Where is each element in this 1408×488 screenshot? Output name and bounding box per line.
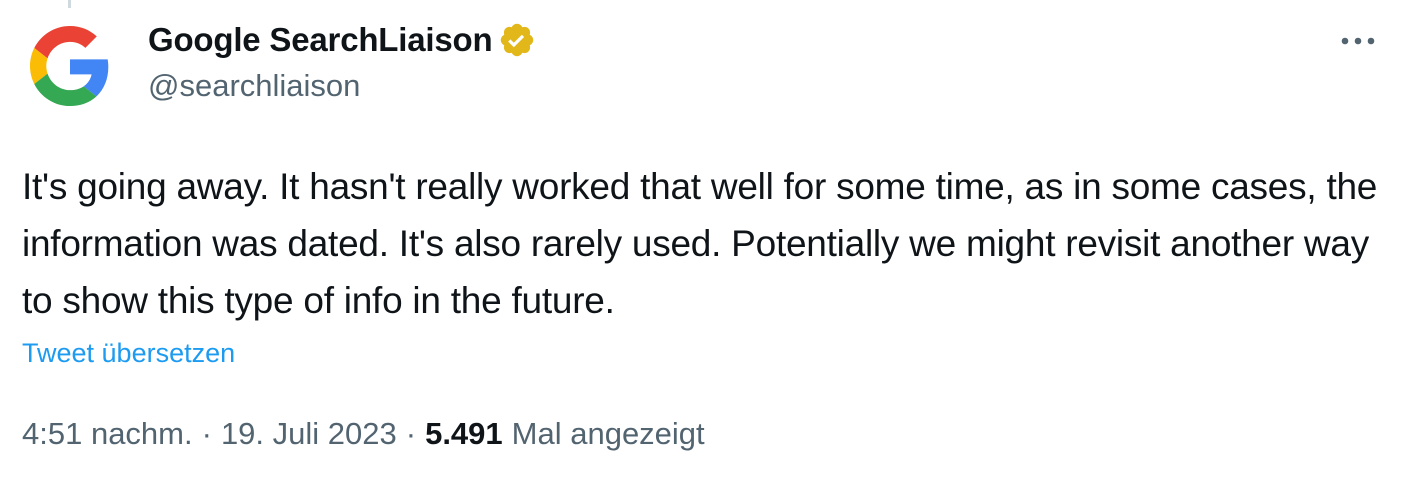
translate-tweet-link[interactable]: Tweet übersetzen <box>22 338 235 369</box>
avatar[interactable] <box>22 18 118 114</box>
author-name-row: Google SearchLiaison <box>148 20 536 60</box>
author-handle[interactable]: @searchliaison <box>148 68 360 104</box>
thread-connector-line <box>68 0 71 8</box>
meta-separator: · <box>405 416 417 451</box>
tweet-date[interactable]: 19. Juli 2023 <box>221 416 397 452</box>
meta-separator: · <box>201 416 212 451</box>
more-options-button[interactable] <box>1334 24 1382 58</box>
tweet-text: It's going away. It hasn't really worked… <box>22 166 1378 321</box>
tweet-time[interactable]: 4:51 nachm. <box>22 416 193 452</box>
tweet-meta: 4:51 nachm. · 19. Juli 2023 · 5.491 Mal … <box>22 416 705 452</box>
google-g-logo-icon <box>22 18 118 114</box>
views-label: Mal angezeigt <box>511 416 705 451</box>
more-options-icon <box>1341 37 1375 45</box>
author-display-name[interactable]: Google SearchLiaison <box>148 21 493 59</box>
views-count[interactable]: 5.491 <box>425 416 503 452</box>
verified-badge-icon[interactable] <box>498 21 536 59</box>
